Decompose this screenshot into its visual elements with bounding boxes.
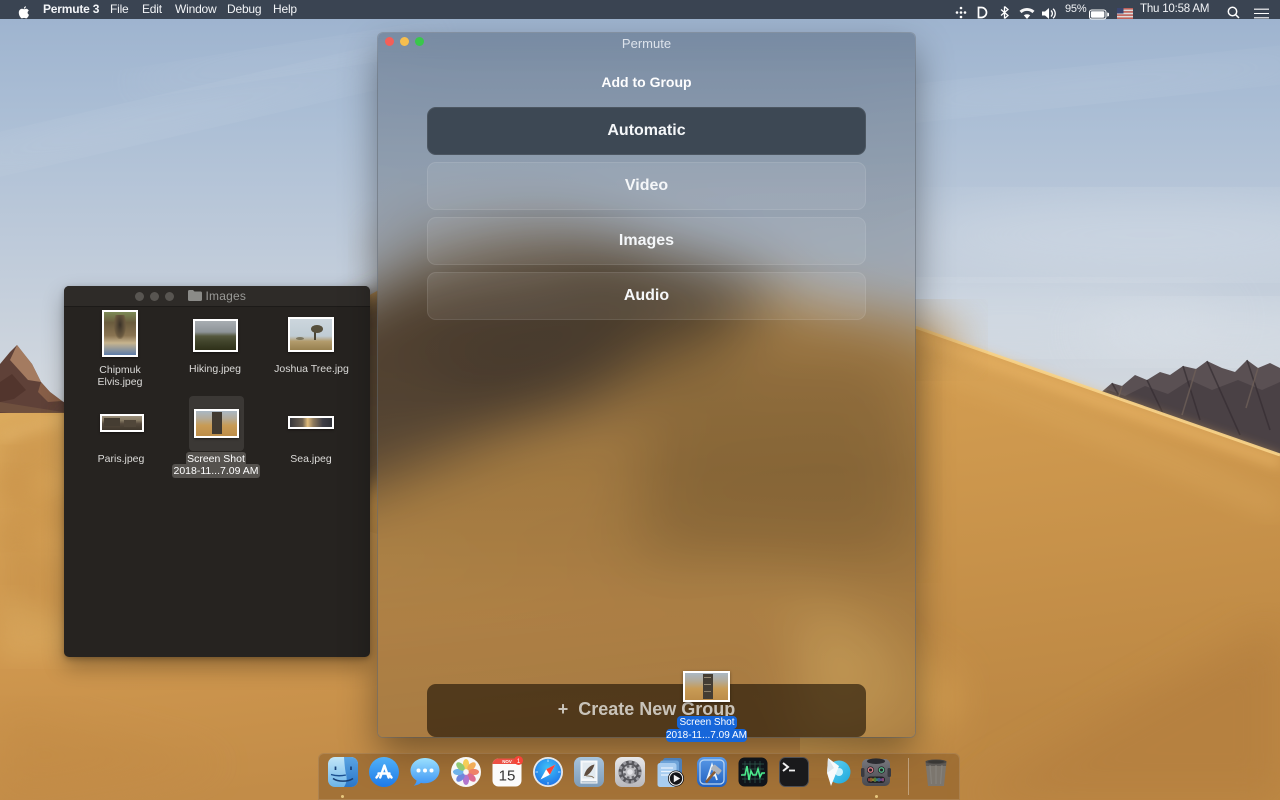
svg-text:15: 15 [499, 768, 516, 785]
svg-text:NOV: NOV [502, 759, 512, 764]
svg-text:1: 1 [517, 758, 521, 765]
